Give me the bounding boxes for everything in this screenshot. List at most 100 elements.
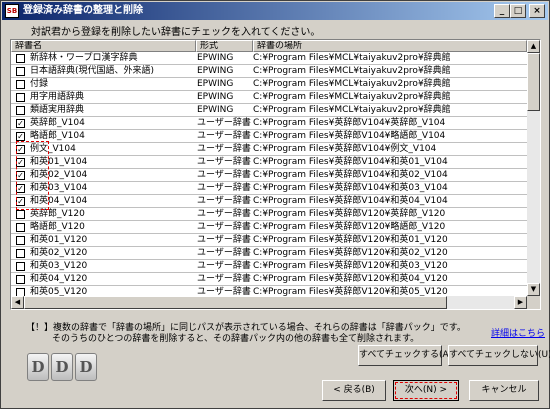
row-format: ユーザー辞書: [197, 222, 251, 232]
vertical-scrollbar[interactable]: ▲ ▼: [527, 40, 540, 296]
row-name: 日本語辞典(現代国語、外来語): [30, 66, 155, 76]
title-bar[interactable]: SB 登録済み辞書の整理と削除 _ □ ×: [2, 2, 548, 20]
row-checkbox[interactable]: [16, 223, 25, 232]
table-row[interactable]: ✓ 和英03_V104 ユーザー辞書 C:¥Program Files¥英辞郎V104…: [11, 182, 527, 195]
row-checkbox[interactable]: [16, 275, 25, 284]
row-format: ユーザー辞書: [197, 144, 251, 154]
dictionary-list[interactable]: 辞書名 形式 辞書の場所 新辞林・ワープロ漢字辞典 EPWING C:¥Progra…: [10, 39, 541, 310]
dictionary-pack-note: 【！】複数の辞書で「辞書の場所」に同じパスが表示されている場合、それらの辞書は「…: [26, 323, 466, 345]
dictionary-icon: D: [27, 353, 49, 381]
row-format: EPWING: [197, 92, 234, 102]
row-name: 和英04_V104: [30, 196, 88, 206]
scroll-down-arrow-icon[interactable]: ▼: [527, 283, 540, 296]
back-button[interactable]: < 戻る(B): [322, 380, 386, 401]
row-checkbox[interactable]: ✓: [16, 119, 25, 128]
app-icon: SB: [5, 4, 19, 18]
scroll-right-arrow-icon[interactable]: ▶: [514, 296, 527, 309]
check-all-button[interactable]: すべてチェックする(A): [358, 345, 452, 366]
row-format: ユーザー辞書: [197, 209, 251, 219]
row-path: C:¥Program Files¥英辞郎V120¥和英01_V120: [253, 235, 448, 245]
table-row[interactable]: 用字用語辞典 EPWING C:¥Program Files¥MCL¥taiyaku…: [11, 91, 527, 104]
row-format: ユーザー辞書: [197, 131, 251, 141]
row-checkbox[interactable]: [16, 80, 25, 89]
row-path: C:¥Program Files¥MCL¥taiyakuv2pro¥辞典館: [253, 66, 451, 76]
table-row[interactable]: ✓ 和英04_V104 ユーザー辞書 C:¥Program Files¥英辞郎V104…: [11, 195, 527, 208]
row-name: 和英01_V104: [30, 157, 88, 167]
row-checkbox[interactable]: ✓: [16, 132, 25, 141]
table-row[interactable]: ✓ 英辞郎_V104 ユーザー辞書 C:¥Program Files¥英辞郎V104¥…: [11, 117, 527, 130]
checked-highlight-frame: [16, 141, 49, 210]
row-path: C:¥Program Files¥英辞郎V120¥略語郎_V120: [253, 222, 446, 232]
row-path: C:¥Program Files¥英辞郎V104¥例文_V104: [253, 144, 437, 154]
row-checkbox[interactable]: [16, 54, 25, 63]
next-button[interactable]: 次へ(N) >: [393, 380, 459, 401]
row-path: C:¥Program Files¥MCL¥taiyakuv2pro¥辞典館: [253, 53, 451, 63]
column-header-path[interactable]: 辞書の場所: [253, 40, 527, 52]
dictionary-icon: D: [51, 353, 73, 381]
row-checkbox[interactable]: [16, 67, 25, 76]
column-header-format[interactable]: 形式: [196, 40, 253, 52]
table-row[interactable]: ✓ 例文_V104 ユーザー辞書 C:¥Program Files¥英辞郎V104¥例…: [11, 143, 527, 156]
cancel-button[interactable]: キャンセル: [469, 380, 539, 401]
row-path: C:¥Program Files¥英辞郎V104¥和英01_V104: [253, 157, 448, 167]
row-name: 和英01_V120: [30, 235, 88, 245]
close-button[interactable]: ×: [529, 4, 545, 18]
table-row[interactable]: 新辞林・ワープロ漢字辞典 EPWING C:¥Program Files¥MCL¥t…: [11, 52, 527, 65]
table-row[interactable]: 和英01_V120 ユーザー辞書 C:¥Program Files¥英辞郎V120¥…: [11, 234, 527, 247]
table-row[interactable]: ✓ 和英01_V104 ユーザー辞書 C:¥Program Files¥英辞郎V104…: [11, 156, 527, 169]
row-checkbox[interactable]: [16, 236, 25, 245]
maximize-button[interactable]: □: [510, 4, 526, 18]
row-path: C:¥Program Files¥英辞郎V104¥和英02_V104: [253, 170, 448, 180]
row-name: 新辞林・ワープロ漢字辞典: [30, 53, 138, 63]
row-path: C:¥Program Files¥MCL¥taiyakuv2pro¥辞典館: [253, 105, 451, 115]
row-checkbox[interactable]: [16, 249, 25, 258]
horizontal-scrollbar[interactable]: ◀ ▶: [11, 296, 527, 309]
row-format: ユーザー辞書: [197, 274, 251, 284]
row-name: 和英04_V120: [30, 274, 88, 284]
row-format: EPWING: [197, 53, 234, 63]
row-format: ユーザー辞書: [197, 261, 251, 271]
table-row[interactable]: 類語実用辞典 EPWING C:¥Program Files¥MCL¥taiyaku…: [11, 104, 527, 117]
column-header-name[interactable]: 辞書名: [11, 40, 196, 52]
window-title: 登録済み辞書の整理と削除: [23, 5, 143, 16]
row-path: C:¥Program Files¥英辞郎V120¥和英02_V120: [253, 248, 448, 258]
note-line-1: 【！】複数の辞書で「辞書の場所」に同じパスが表示されている場合、それらの辞書は「…: [26, 323, 466, 333]
table-row[interactable]: 略語郎_V120 ユーザー辞書 C:¥Program Files¥英辞郎V120¥略…: [11, 221, 527, 234]
table-row[interactable]: ✓ 略語郎_V104 ユーザー辞書 C:¥Program Files¥英辞郎V104¥…: [11, 130, 527, 143]
table-row[interactable]: 付録 EPWING C:¥Program Files¥MCL¥taiyakuv2pr…: [11, 78, 527, 91]
scroll-up-arrow-icon[interactable]: ▲: [527, 40, 540, 53]
table-row[interactable]: ✓ 和英02_V104 ユーザー辞書 C:¥Program Files¥英辞郎V104…: [11, 169, 527, 182]
row-name: 英辞郎_V120: [30, 209, 85, 219]
row-checkbox[interactable]: [16, 262, 25, 271]
row-name: 英辞郎_V104: [30, 118, 85, 128]
row-path: C:¥Program Files¥英辞郎V104¥略語郎_V104: [253, 131, 446, 141]
instruction-text: 対訳君から登録を削除したい辞書にチェックを入れてください。: [31, 27, 321, 38]
row-format: ユーザー辞書: [197, 157, 251, 167]
uncheck-all-button[interactable]: すべてチェックしない(U): [448, 345, 550, 366]
horizontal-scroll-thumb[interactable]: [24, 296, 447, 309]
row-name: 例文_V104: [30, 144, 76, 154]
row-format: ユーザー辞書: [197, 170, 251, 180]
row-checkbox[interactable]: [16, 106, 25, 115]
row-name: 和英02_V120: [30, 248, 88, 258]
scroll-left-arrow-icon[interactable]: ◀: [11, 296, 24, 309]
table-row[interactable]: 英辞郎_V120 ユーザー辞書 C:¥Program Files¥英辞郎V120¥英…: [11, 208, 527, 221]
row-checkbox[interactable]: [16, 210, 25, 219]
table-row[interactable]: 和英03_V120 ユーザー辞書 C:¥Program Files¥英辞郎V120¥…: [11, 260, 527, 273]
dialog-window: SB 登録済み辞書の整理と削除 _ □ × 対訳君から登録を削除したい辞書にチェ…: [0, 0, 550, 409]
table-row[interactable]: 和英04_V120 ユーザー辞書 C:¥Program Files¥英辞郎V120¥…: [11, 273, 527, 286]
dictionary-icon: D: [75, 353, 97, 381]
row-path: C:¥Program Files¥MCL¥taiyakuv2pro¥辞典館: [253, 92, 451, 102]
row-path: C:¥Program Files¥MCL¥taiyakuv2pro¥辞典館: [253, 79, 451, 89]
minimize-button[interactable]: _: [494, 4, 510, 18]
row-format: ユーザー辞書: [197, 235, 251, 245]
scroll-corner: [527, 296, 540, 309]
table-row[interactable]: 和英02_V120 ユーザー辞書 C:¥Program Files¥英辞郎V120¥…: [11, 247, 527, 260]
row-name: 和英02_V104: [30, 170, 88, 180]
details-link[interactable]: 詳細はこちら: [491, 326, 545, 339]
row-name: 用字用語辞典: [30, 92, 85, 102]
vertical-scroll-thumb[interactable]: [527, 53, 540, 111]
row-checkbox[interactable]: [16, 93, 25, 102]
row-name: 和英03_V104: [30, 183, 88, 193]
table-row[interactable]: 日本語辞典(現代国語、外来語) EPWING C:¥Program Files¥MC…: [11, 65, 527, 78]
